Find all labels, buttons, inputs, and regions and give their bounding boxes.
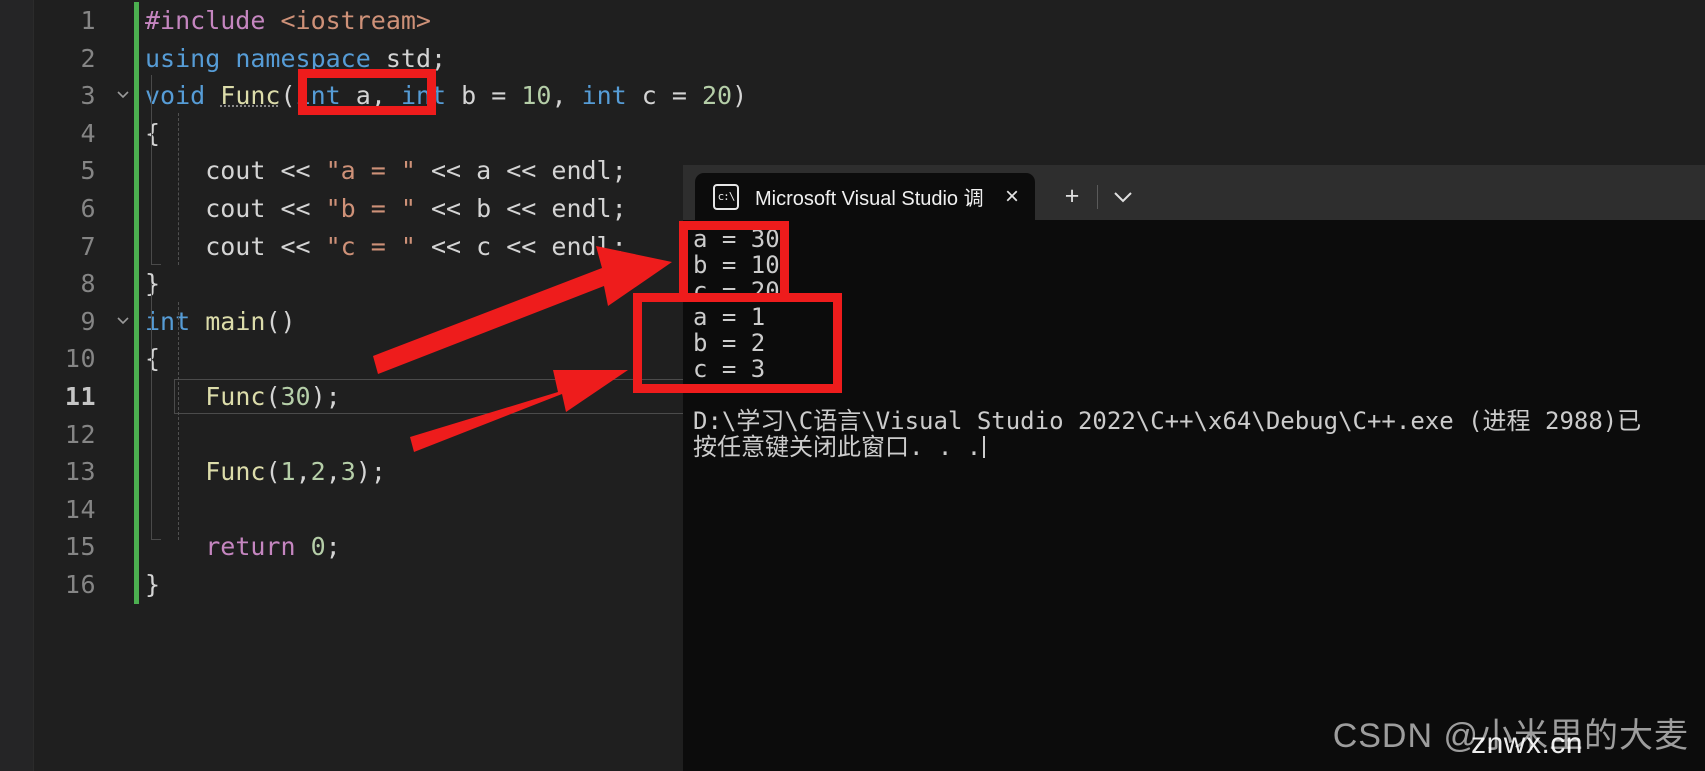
terminal-output-line: c = 20	[693, 277, 780, 305]
fold-chevron-icon[interactable]	[112, 77, 134, 115]
line-number: 15	[64, 532, 96, 562]
line-number: 4	[80, 118, 96, 148]
scope-bracket	[151, 283, 161, 540]
code-text: void Func(int a, int b = 10, int c = 20)	[145, 81, 748, 111]
code-text: }	[145, 269, 161, 299]
line-number: 9	[80, 306, 96, 336]
code-line[interactable]: 15 return 0;	[34, 528, 745, 566]
scope-bracket	[151, 75, 161, 265]
change-indicator	[134, 490, 139, 529]
line-number: 5	[80, 156, 96, 186]
site-watermark: znwx.cn	[1471, 727, 1583, 760]
terminal-output-line: a = 30	[693, 225, 780, 253]
change-indicator	[134, 415, 139, 454]
code-text: using namespace std;	[145, 43, 447, 73]
line-number: 11	[64, 381, 96, 411]
code-line[interactable]: 3 void Func(int a, int b = 10, int c = 20…	[34, 77, 748, 115]
code-line[interactable]: 16}	[34, 565, 745, 604]
code-line[interactable]: 7 cout << "c = " << c << endl;	[34, 227, 745, 266]
terminal-tabbar-actions[interactable]: +	[1053, 173, 1142, 220]
code-lines-container[interactable]: 1 #include <iostream> 2 using namespace std…	[34, 0, 748, 771]
code-line[interactable]: 5 cout << "a = " << a << endl;	[34, 152, 745, 190]
terminal-output-line: a = 1	[693, 303, 766, 331]
line-number: 8	[80, 269, 96, 299]
line-number: 7	[80, 231, 96, 261]
code-line[interactable]: 1 #include <iostream>	[34, 2, 745, 40]
code-text: cout << "b = " << b << endl;	[145, 193, 627, 223]
code-line[interactable]: 13 Func(1,2,3);	[34, 453, 745, 491]
terminal-output-line: 按任意键关闭此窗口. . .	[693, 434, 1705, 460]
code-text: {	[145, 118, 161, 148]
code-text: cout << "a = " << a << endl;	[145, 156, 627, 186]
new-tab-button[interactable]: +	[1053, 177, 1091, 217]
indent-guide	[178, 302, 179, 540]
code-line[interactable]: 12	[34, 415, 745, 454]
line-number: 6	[80, 193, 96, 223]
code-text: Func(30);	[205, 381, 341, 411]
line-number: 13	[64, 457, 96, 487]
code-text: cout << "c = " << c << endl;	[145, 231, 627, 261]
code-line[interactable]: 10 {	[34, 340, 745, 378]
code-text: #include <iostream>	[145, 6, 431, 35]
code-text: }	[145, 569, 161, 599]
terminal-window[interactable]: c:\ Microsoft Visual Studio 调试控 × + a = …	[683, 165, 1705, 771]
terminal-output-line: c = 3	[693, 355, 766, 383]
editor-left-strip	[0, 0, 34, 771]
code-text: {	[145, 344, 161, 374]
code-line[interactable]: 11 Func(30);	[34, 377, 745, 416]
code-line[interactable]: 2 using namespace std;	[34, 39, 745, 78]
close-icon[interactable]: ×	[997, 184, 1027, 209]
line-number: 2	[80, 43, 96, 73]
code-line[interactable]: 14	[34, 490, 745, 529]
terminal-tab-bar[interactable]: c:\ Microsoft Visual Studio 调试控 × +	[683, 165, 1705, 220]
indent-guide	[178, 113, 179, 265]
chevron-down-icon[interactable]	[1104, 177, 1142, 217]
code-line[interactable]: 9 int main()	[34, 302, 745, 341]
fold-chevron-icon[interactable]	[112, 303, 134, 341]
terminal-output-line: b = 2	[693, 329, 766, 357]
divider	[1097, 184, 1098, 209]
terminal-output-line: b = 10	[693, 251, 780, 279]
terminal-output-line: D:\学习\C语言\Visual Studio 2022\C++\x64\Deb…	[693, 407, 1642, 435]
screenshot-root: 1 #include <iostream> 2 using namespace std…	[0, 0, 1705, 771]
terminal-output[interactable]: a = 30 b = 10 c = 20 a = 1b = 2c = 3 D:\学习\…	[683, 220, 1705, 771]
code-line[interactable]: 6 cout << "b = " << b << endl;	[34, 189, 745, 228]
code-text: Func(1,2,3);	[205, 457, 386, 487]
terminal-cursor	[983, 436, 986, 458]
line-number: 1	[80, 6, 96, 35]
code-line[interactable]: 8}	[34, 265, 745, 303]
line-number: 3	[80, 81, 96, 111]
line-number: 14	[64, 494, 96, 524]
terminal-tab-title: Microsoft Visual Studio 调试控	[755, 188, 983, 210]
code-editor[interactable]: 1 #include <iostream> 2 using namespace std…	[0, 0, 748, 771]
console-icon: c:\	[713, 183, 739, 210]
line-number: 10	[64, 344, 96, 374]
code-text: return 0;	[205, 532, 341, 562]
terminal-tab[interactable]: c:\ Microsoft Visual Studio 调试控 ×	[695, 173, 1035, 220]
line-number: 12	[64, 419, 96, 449]
code-text: int main()	[145, 306, 296, 336]
line-number: 16	[64, 569, 96, 599]
code-line[interactable]: 4{	[34, 114, 745, 153]
